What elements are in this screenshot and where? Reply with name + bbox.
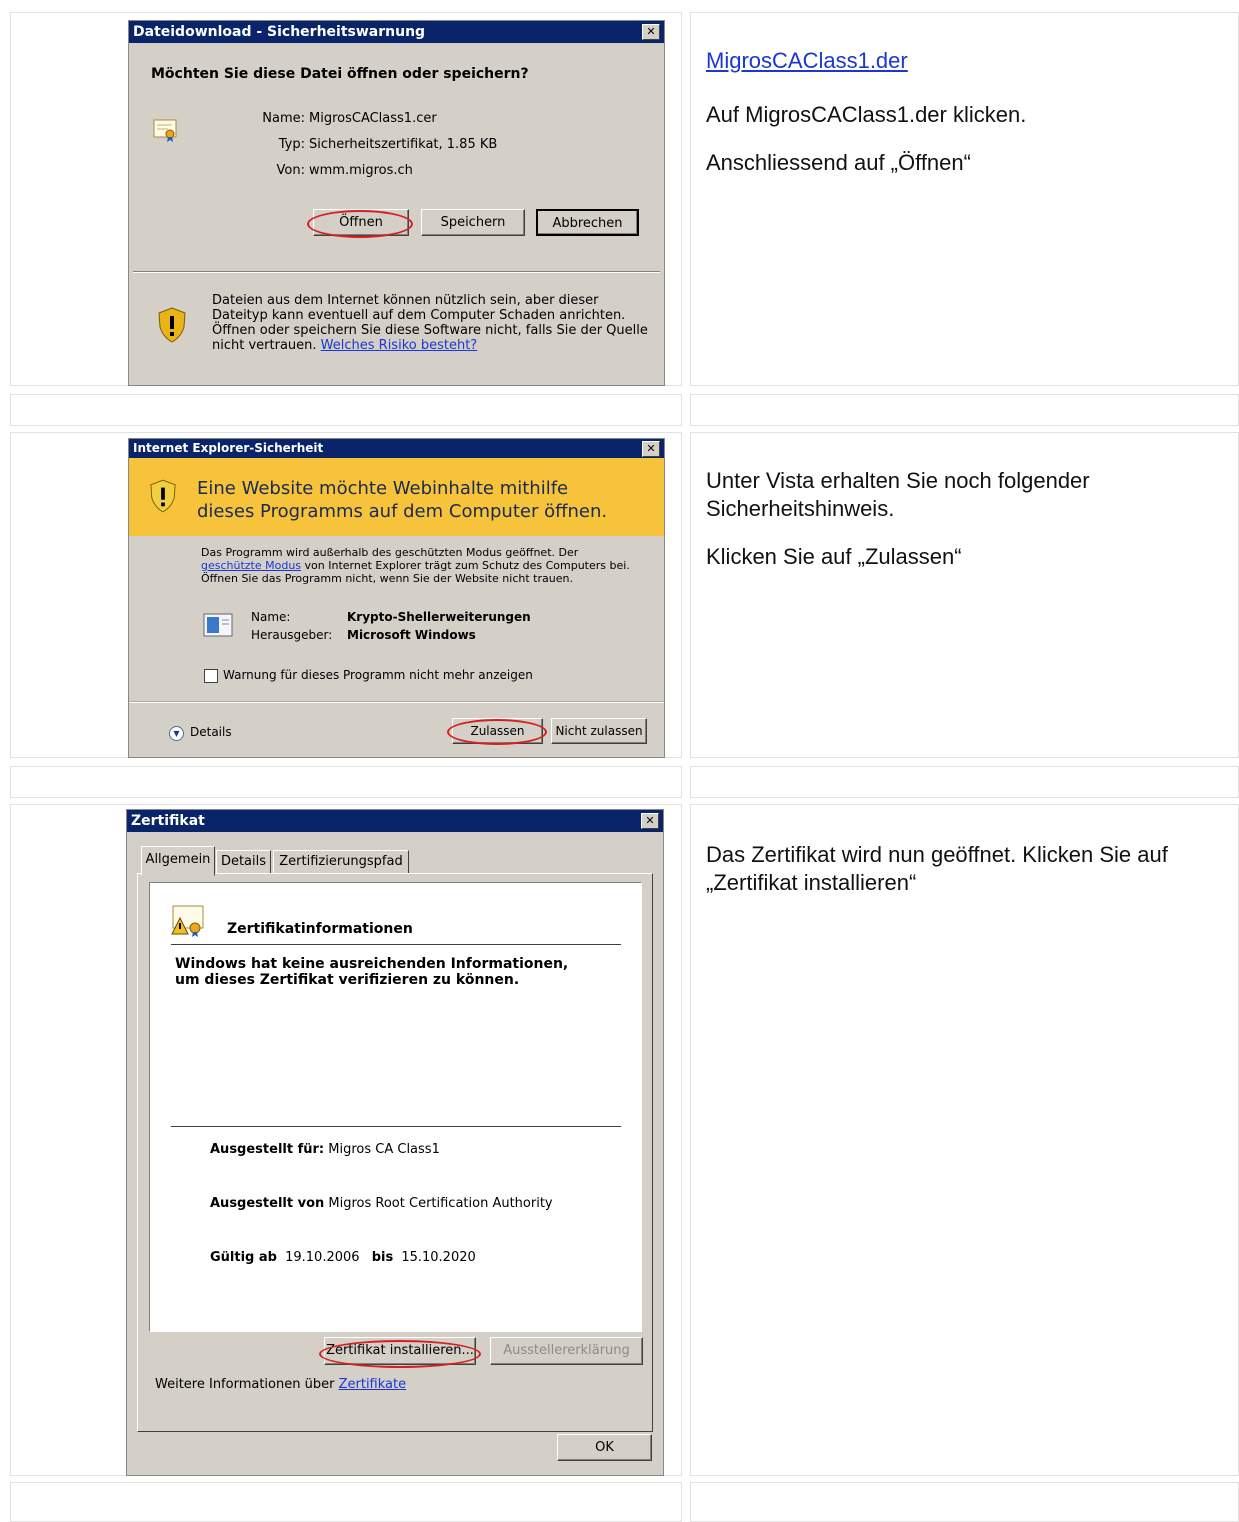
dont-warn-checkbox[interactable]: [204, 669, 218, 683]
ie-dialog-titlebar: Internet Explorer-Sicherheit ✕: [129, 439, 664, 458]
download-dialog: Dateidownload - Sicherheitswarnung ✕ Möc…: [128, 20, 665, 386]
step2-line: Klicken Sie auf „Zulassen“: [706, 544, 962, 569]
certificate-warning-icon: [171, 904, 207, 942]
close-button[interactable]: ✕: [641, 813, 659, 829]
cert-dialog-titlebar: Zertifikat ✕: [127, 810, 663, 832]
issued-by-value: Migros Root Certification Authority: [328, 1196, 553, 1211]
valid-from-label: Gültig ab: [210, 1250, 277, 1265]
validity: Gültig ab 19.10.2006 bis 15.10.2020: [210, 1250, 476, 1265]
publisher-value: Microsoft Windows: [347, 628, 476, 642]
download-dialog-titlebar: Dateidownload - Sicherheitswarnung ✕: [129, 21, 664, 43]
shield-warning-icon: [149, 479, 177, 517]
table-cell: [690, 394, 1239, 426]
step2-description: Unter Vista erhalten Sie noch folgender …: [706, 467, 1206, 591]
name-label: Name:: [262, 111, 305, 126]
dialog-title: Internet Explorer-Sicherheit: [133, 441, 324, 455]
name-value: MigrosCAClass1.cer: [309, 111, 437, 126]
from-value: wmm.migros.ch: [309, 163, 413, 178]
issued-to-label: Ausgestellt für:: [210, 1142, 325, 1157]
valid-to-label: bis: [371, 1250, 394, 1265]
annotation-ring: [319, 1340, 481, 1368]
program-icon: [203, 613, 233, 641]
certificate-heading: Zertifikatinformationen: [227, 921, 413, 937]
more-info: Weitere Informationen über Zertifikate: [155, 1377, 406, 1392]
ie-security-dialog: Internet Explorer-Sicherheit ✕ Eine Webs…: [128, 438, 665, 758]
download-question: Möchten Sie diese Datei öffnen oder spei…: [151, 66, 529, 82]
certificate-warning-text: Windows hat keine ausreichenden Informat…: [175, 956, 569, 988]
dialog-title: Dateidownload - Sicherheitswarnung: [133, 24, 426, 40]
tab-general[interactable]: Allgemein: [141, 846, 215, 876]
certificate-icon: [153, 117, 179, 147]
shield-warning-icon: [157, 307, 187, 347]
table-cell: [690, 1482, 1239, 1522]
deny-button[interactable]: Nicht zulassen: [551, 718, 647, 744]
divider: [133, 271, 660, 273]
type-value: Sicherheitszertifikat, 1.85 KB: [309, 137, 498, 152]
download-warning-text: Dateien aus dem Internet können nützlich…: [212, 293, 654, 353]
issuer-statement-button: Ausstellererklärung: [490, 1337, 643, 1365]
table-cell: [10, 1482, 682, 1522]
step1-line: Anschliessend auf „Öffnen“: [706, 150, 971, 175]
ok-button[interactable]: OK: [557, 1434, 652, 1461]
issued-to-value: Migros CA Class1: [328, 1142, 440, 1157]
close-button[interactable]: ✕: [642, 441, 660, 457]
issued-to: Ausgestellt für: Migros CA Class1: [210, 1142, 440, 1157]
banner-text: Eine Website möchte Webinhalte mithilfe …: [197, 478, 608, 522]
tab-certification-path[interactable]: Zertifizierungspfad: [273, 850, 409, 874]
name-value: Krypto-Shellerweiterungen: [347, 610, 531, 624]
dont-warn-label: Warnung für dieses Programm nicht mehr a…: [223, 668, 533, 682]
tab-details[interactable]: Details: [216, 850, 271, 874]
annotation-ring: [447, 719, 547, 745]
step1-line: Auf MigrosCAClass1.der klicken.: [706, 102, 1027, 127]
divider: [129, 701, 664, 703]
cancel-button[interactable]: Abbrechen: [536, 209, 639, 236]
step3-description: Das Zertifikat wird nun geöffnet. Klicke…: [706, 841, 1231, 917]
details-toggle[interactable]: Details: [190, 725, 232, 739]
table-cell: [10, 766, 682, 798]
risk-link[interactable]: Welches Risiko besteht?: [321, 338, 478, 353]
name-label: Name:: [251, 610, 291, 624]
details-divider: [171, 1126, 621, 1127]
valid-to-value: 15.10.2020: [401, 1250, 476, 1265]
from-label: Von:: [276, 163, 305, 178]
close-button[interactable]: ✕: [642, 24, 660, 40]
annotation-ring: [307, 210, 413, 238]
certificate-file-link[interactable]: MigrosCAClass1.der: [706, 48, 908, 73]
step3-line: Das Zertifikat wird nun geöffnet. Klicke…: [706, 842, 1168, 895]
certificate-dialog: Zertifikat ✕ Allgemein Details Zertifizi…: [126, 809, 664, 1476]
ie-body-text: Das Programm wird außerhalb des geschütz…: [201, 546, 631, 585]
save-button[interactable]: Speichern: [421, 209, 525, 236]
step2-line: Unter Vista erhalten Sie noch folgender …: [706, 468, 1090, 521]
table-cell: [690, 766, 1239, 798]
dialog-title: Zertifikat: [131, 813, 205, 829]
step1-description: MigrosCAClass1.der Auf MigrosCAClass1.de…: [706, 47, 1226, 197]
table-cell: [10, 394, 682, 426]
issued-by-label: Ausgestellt von: [210, 1196, 325, 1211]
certificates-link[interactable]: Zertifikate: [339, 1377, 407, 1392]
issued-by: Ausgestellt von Migros Root Certificatio…: [210, 1196, 553, 1211]
body-text: Das Programm wird außerhalb des geschütz…: [201, 546, 579, 559]
more-info-text: Weitere Informationen über: [155, 1377, 335, 1392]
heading-divider: [171, 944, 621, 945]
publisher-label: Herausgeber:: [251, 628, 333, 642]
chevron-down-icon[interactable]: ▼: [169, 726, 184, 741]
protected-mode-link[interactable]: geschützte Modus: [201, 559, 301, 572]
valid-from-value: 19.10.2006: [285, 1250, 360, 1265]
type-label: Typ:: [278, 137, 305, 152]
